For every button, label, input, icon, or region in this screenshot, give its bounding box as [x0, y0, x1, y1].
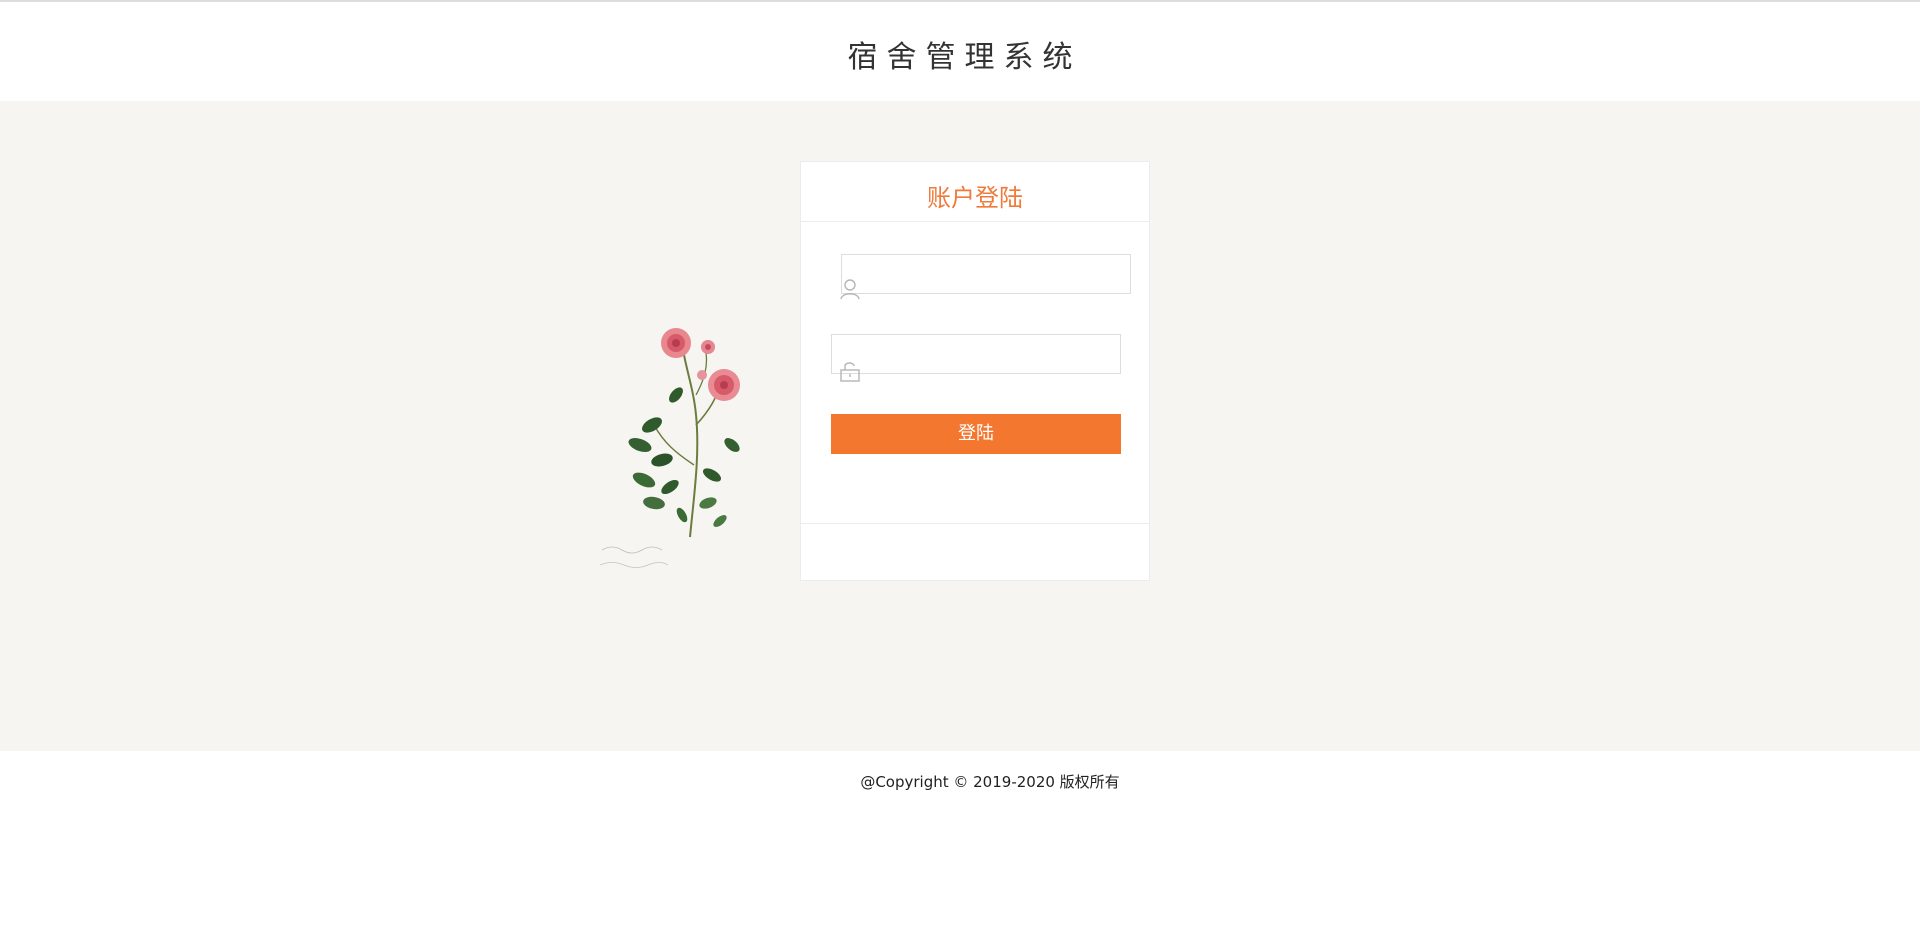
rose-illustration — [599, 328, 740, 568]
site-title: 宿舍管理系统 — [847, 40, 1082, 75]
login-title: 账户登陆 — [927, 184, 1023, 212]
page-footer: @Copyright © 2019-2020 版权所有 — [0, 751, 1920, 930]
login-panel-header: 账户登陆 — [801, 162, 1149, 222]
username-input[interactable] — [872, 255, 1130, 295]
login-panel: 账户登陆 登陆 — [800, 161, 1150, 581]
login-panel-footer-divider — [801, 523, 1149, 524]
password-input[interactable] — [862, 335, 1120, 375]
username-field[interactable] — [841, 254, 1131, 295]
page-header: 宿舍管理系统 — [0, 2, 1920, 101]
lock-icon — [840, 362, 860, 382]
copyright-text: @Copyright © 2019-2020 版权所有 — [860, 773, 1120, 791]
login-button[interactable]: 登陆 — [831, 414, 1121, 454]
user-icon — [840, 279, 860, 300]
password-field[interactable] — [831, 334, 1121, 375]
